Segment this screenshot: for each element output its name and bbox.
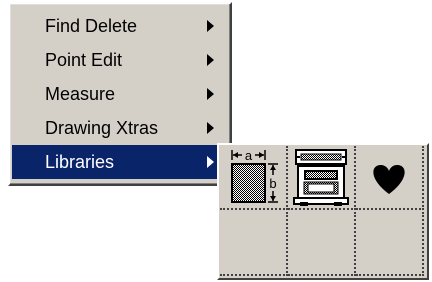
- context-menu: Find Delete Point Edit Measure Drawing X…: [8, 2, 232, 186]
- menu-item-label: Drawing Xtras: [45, 118, 159, 138]
- library-cell-empty[interactable]: [288, 212, 356, 276]
- library-palette: a b: [217, 143, 429, 280]
- menu-item-label: Find Delete: [45, 16, 138, 36]
- menu-item-label: Measure: [45, 84, 116, 104]
- menu-item-measure[interactable]: Measure: [12, 77, 228, 111]
- submenu-arrow-icon: [207, 54, 214, 66]
- machine-part-icon: [293, 149, 349, 206]
- menu-item-label: Point Edit: [45, 50, 123, 70]
- dimension-b-label: b: [269, 176, 276, 191]
- menu-item-point-edit[interactable]: Point Edit: [12, 43, 228, 77]
- screen: Find Delete Point Edit Measure Drawing X…: [0, 0, 432, 282]
- library-cell-heart[interactable]: [356, 146, 424, 210]
- menu-item-drawing-xtras[interactable]: Drawing Xtras: [12, 111, 228, 145]
- submenu-arrow-icon: [207, 122, 214, 134]
- library-cell-empty[interactable]: [356, 212, 424, 276]
- submenu-arrow-icon: [207, 156, 214, 168]
- menu-item-label: Libraries: [45, 152, 115, 172]
- menu-item-find-delete[interactable]: Find Delete: [12, 9, 228, 43]
- submenu-arrow-icon: [207, 88, 214, 100]
- library-cell-empty[interactable]: [220, 212, 288, 276]
- library-cell-machine-part[interactable]: [288, 146, 356, 210]
- library-cell-dimensioned-rectangle[interactable]: a b: [220, 146, 288, 210]
- dimension-a-label: a: [245, 148, 253, 163]
- menu-item-libraries[interactable]: Libraries: [12, 145, 228, 179]
- submenu-arrow-icon: [207, 20, 214, 32]
- dimensioned-rectangle-icon: a b: [231, 148, 278, 203]
- heart-icon: [373, 164, 405, 194]
